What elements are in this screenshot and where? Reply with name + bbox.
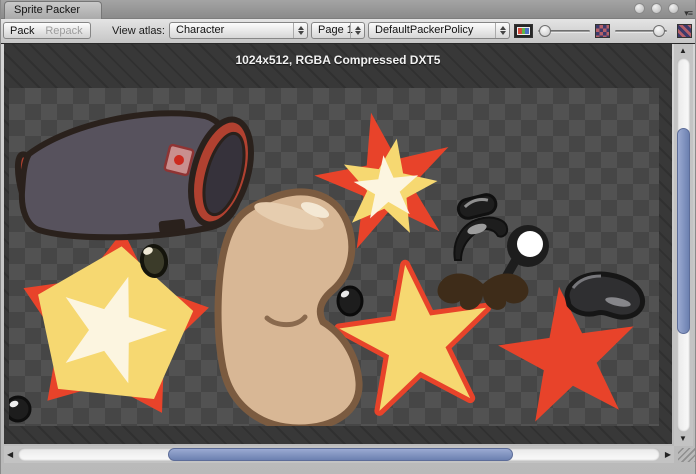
sprite-black-cap [456,193,497,221]
atlas-sprites [9,88,659,426]
zoom-slider[interactable] [538,24,590,38]
horizontal-scroll-thumb[interactable] [168,448,513,461]
resize-grip[interactable] [678,448,695,462]
pack-button[interactable]: Pack [3,22,39,39]
sprite-mini-black-bean [338,287,362,315]
cannon-emblem [164,144,194,175]
atlas-info-text: 1024x512, RGBA Compressed DXT5 [4,53,672,67]
atlas-dropdown[interactable]: Character [169,22,308,39]
sprite-corner-olive [9,397,30,421]
window-control-dot[interactable] [634,3,645,14]
dropdown-arrows-icon [350,23,364,38]
toolbar: Pack Repack View atlas: Character Page 1… [1,19,696,44]
color-channels-icon[interactable] [514,24,533,38]
scroll-up-icon[interactable]: ▲ [679,47,687,55]
scroll-down-icon[interactable]: ▼ [679,435,687,443]
page-dropdown[interactable]: Page 1 [311,22,365,39]
window-control-dot[interactable] [651,3,662,14]
mip-stripes-icon[interactable] [677,24,692,38]
sprite-monocle [501,225,549,281]
dropdown-arrows-icon [293,23,307,38]
vertical-scroll-track[interactable] [677,58,690,432]
alpha-checker-icon[interactable] [595,24,610,38]
tab-sprite-packer[interactable]: Sprite Packer [4,1,102,19]
pane-menu-icon[interactable]: ▾≡ [684,9,692,18]
tab-title: Sprite Packer [14,4,80,16]
sprite-bean-character [218,192,359,426]
sprite-black-bean [567,274,643,317]
sprite-pentagon-burst [24,231,209,413]
view-atlas-label: View atlas: [89,25,165,37]
atlas-canvas: 1024x512, RGBA Compressed DXT5 [4,44,672,444]
sprite-packer-window: Sprite Packer ▾≡ Pack Repack View atlas:… [0,0,696,474]
zoom-slider-handle[interactable] [539,25,551,37]
tab-bar: Sprite Packer ▾≡ [1,0,696,19]
policy-dropdown-value: DefaultPackerPolicy [375,24,473,36]
rgb-stripes [517,27,530,35]
atlas-texture [9,88,659,426]
horizontal-scroll-track[interactable] [18,448,660,461]
policy-dropdown[interactable]: DefaultPackerPolicy [368,22,510,39]
window-control-dot[interactable] [668,3,679,14]
page-dropdown-value: Page 1 [318,24,353,36]
scroll-left-icon[interactable]: ◀ [7,451,13,459]
repack-button[interactable]: Repack [38,22,91,39]
atlas-dropdown-value: Character [176,24,224,36]
sprite-eyebrow [454,218,507,260]
horizontal-scrollbar[interactable]: ◀ ▶ [4,446,674,463]
vertical-scrollbar[interactable]: ▲ ▼ [674,44,693,446]
scroll-right-icon[interactable]: ▶ [665,451,671,459]
mip-slider[interactable] [615,24,667,38]
vertical-scroll-thumb[interactable] [677,128,690,334]
dropdown-arrows-icon [495,23,509,38]
sprite-cannon [12,113,262,238]
mip-slider-handle[interactable] [653,25,665,37]
